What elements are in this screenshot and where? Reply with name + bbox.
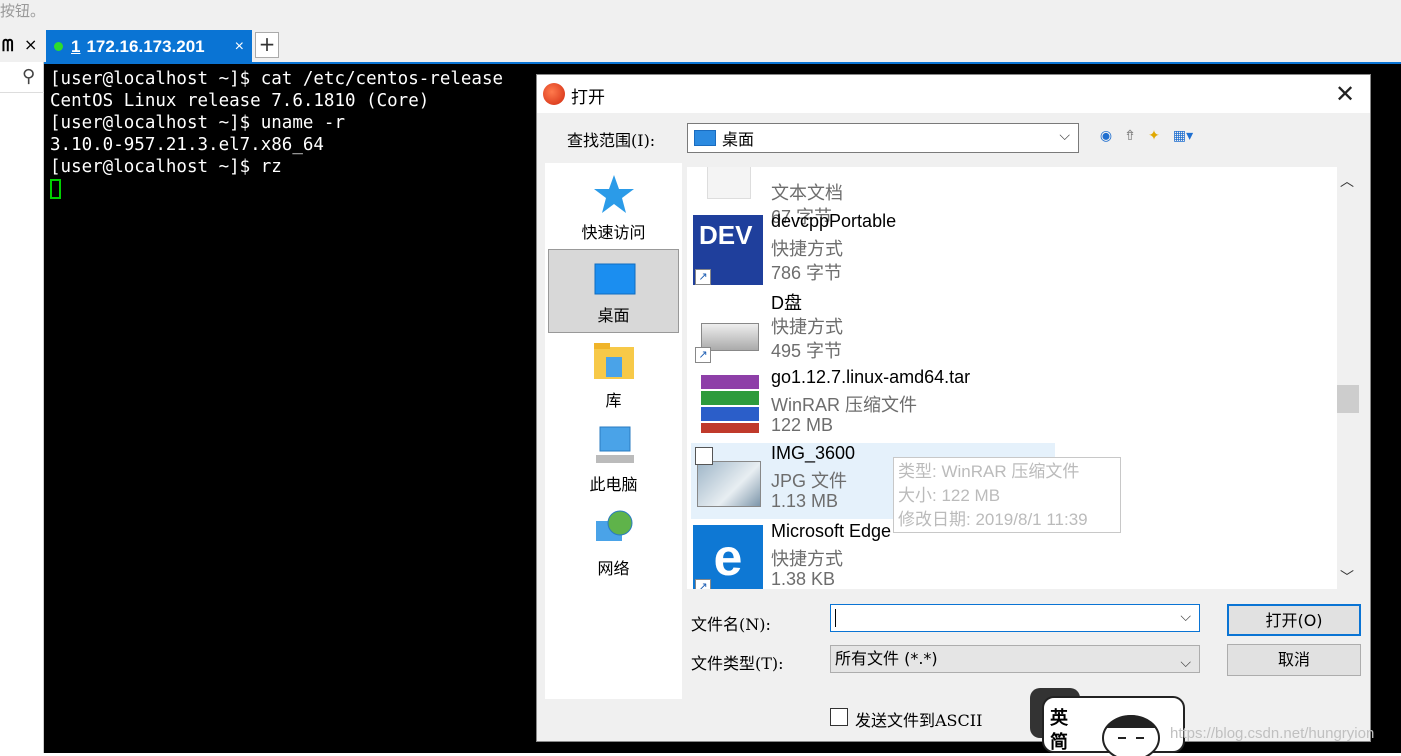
file-name: Microsoft Edge (771, 521, 892, 541)
cartoon-face-icon (1102, 715, 1160, 756)
left-panel: ⚲ (0, 62, 44, 753)
scroll-thumb[interactable] (1337, 385, 1359, 413)
watermark: https://blog.csdn.net/hungryion (1170, 725, 1375, 742)
divider (0, 92, 44, 93)
add-tab-button[interactable]: + (255, 32, 279, 58)
lookin-select[interactable]: 桌面 ⌵ (687, 123, 1079, 153)
session-host: 172.16.173.201 (86, 36, 205, 56)
dialog-titlebar: 打开 ✕ (537, 75, 1370, 113)
left-panel-tab[interactable]: ᗰ × (0, 30, 44, 62)
hint-text: 按钮。 (0, 2, 46, 20)
close-tab-icon[interactable]: × (235, 38, 244, 56)
file-name: devcppPortable (771, 211, 897, 231)
shortcut-arrow-icon: ↗ (695, 579, 711, 589)
send-ascii-checkbox[interactable] (830, 708, 848, 726)
lookin-value: 桌面 (722, 130, 755, 149)
chevron-down-icon[interactable]: ⌵ (1180, 609, 1191, 625)
place-label: 桌面 (597, 306, 630, 325)
file-type: 快捷方式 (771, 239, 843, 259)
computer-icon (596, 426, 634, 463)
place-label: 库 (605, 391, 622, 410)
chevron-down-icon: ⌵ (1059, 128, 1070, 144)
filename-label: 文件名(N): (691, 615, 771, 634)
file-size: 1.38 KB (771, 569, 836, 589)
file-type: 文本文档 (771, 183, 843, 203)
tooltip-size: 大小: 122 MB (898, 486, 1001, 505)
file-type: 快捷方式 (771, 549, 843, 569)
close-icon[interactable]: × (24, 35, 37, 54)
text-caret (835, 609, 836, 627)
new-folder-icon[interactable]: ✦ (1145, 127, 1163, 145)
shortcut-arrow-icon: ↗ (695, 269, 711, 285)
tooltip-type: 类型: WinRAR 压缩文件 (898, 462, 1080, 481)
close-dialog-button[interactable]: ✕ (1327, 79, 1363, 109)
send-ascii-label: 发送文件到ASCII (855, 711, 983, 730)
tooltip-modified: 修改日期: 2019/8/1 11:39 (898, 510, 1088, 529)
place-quick-access[interactable]: 快速访问 (548, 165, 679, 249)
filetype-value: 所有文件 (*.*) (835, 649, 938, 668)
select-checkbox[interactable] (695, 447, 713, 465)
file-item[interactable]: go1.12.7.linux-amd64.tar WinRAR 压缩文件 122… (691, 367, 1331, 443)
place-network[interactable]: 网络 (548, 501, 679, 585)
place-desktop[interactable]: 桌面 (548, 249, 679, 333)
file-size: 495 字节 (771, 341, 843, 361)
winrar-icon (693, 371, 763, 441)
session-number: 1 (71, 36, 81, 56)
file-type: WinRAR 压缩文件 (771, 395, 918, 415)
shortcut-arrow-icon: ↗ (695, 347, 711, 363)
file-size: 122 MB (771, 415, 834, 435)
file-name: IMG_3600 (771, 443, 856, 463)
file-name: go1.12.7.linux-amd64.tar (771, 367, 971, 387)
network-icon (596, 510, 633, 541)
place-label: 此电脑 (589, 475, 638, 494)
view-menu-icon[interactable]: ▦▾ (1169, 127, 1197, 145)
pin-icon[interactable]: ᗰ (2, 36, 14, 56)
scroll-up-icon[interactable]: ︿ (1340, 171, 1354, 191)
place-label: 网络 (597, 559, 630, 578)
star-icon (594, 175, 634, 213)
filetype-select[interactable]: 所有文件 (*.*) ⌵ (830, 645, 1200, 673)
file-tooltip: 类型: WinRAR 压缩文件 大小: 122 MB 修改日期: 2019/8/… (893, 457, 1121, 533)
open-file-dialog: 打开 ✕ 查找范围(I): 桌面 ⌵ ◉ ⇮ ✦ ▦▾ 快速访问 桌面 库 此电… (536, 74, 1371, 742)
file-list-scrollbar[interactable]: ︿ ﹀ (1337, 167, 1359, 589)
dialog-toolbar: ◉ ⇮ ✦ ▦▾ (1097, 127, 1197, 145)
file-type: 快捷方式 (771, 317, 843, 337)
edge-icon: e ↗ (693, 525, 763, 589)
image-thumbnail-icon (693, 447, 763, 517)
terminal-cursor (50, 179, 61, 199)
drive-icon: ↗ (693, 293, 763, 363)
lookin-label: 查找范围(I): (567, 131, 656, 150)
desktop-icon (694, 130, 716, 146)
file-item[interactable]: DEV ↗ devcppPortable 快捷方式 786 字节 (691, 211, 1331, 287)
file-size: 786 字节 (771, 263, 843, 283)
place-library[interactable]: 库 (548, 333, 679, 417)
ime-variant: 简 (1050, 732, 1068, 753)
open-button[interactable]: 打开(O) (1227, 604, 1361, 636)
file-size: 1.13 MB (771, 491, 839, 511)
file-item[interactable]: ↗ D盘 快捷方式 495 字节 (691, 289, 1331, 365)
app-logo-icon (543, 83, 565, 105)
place-this-pc[interactable]: 此电脑 (548, 417, 679, 501)
file-name: D盘 (771, 293, 802, 313)
filename-input[interactable]: ⌵ (830, 604, 1200, 632)
file-type: JPG 文件 (771, 471, 848, 491)
place-label: 快速访问 (581, 223, 646, 242)
back-icon[interactable]: ◉ (1097, 127, 1115, 145)
search-icon[interactable]: ⚲ (22, 66, 35, 87)
filetype-label: 文件类型(T): (691, 654, 784, 673)
chevron-down-icon: ⌵ (1180, 655, 1191, 671)
up-folder-icon[interactable]: ⇮ (1121, 127, 1139, 145)
ime-panel: 英 简 (1042, 696, 1185, 756)
ime-mode: 英 (1050, 708, 1068, 729)
cancel-button[interactable]: 取消 (1227, 644, 1361, 676)
devcpp-icon: DEV ↗ (693, 215, 763, 285)
library-folder-icon (594, 343, 634, 379)
places-bar: 快速访问 桌面 库 此电脑 网络 (545, 163, 682, 699)
scroll-down-icon[interactable]: ﹀ (1340, 567, 1354, 587)
connected-status-icon (54, 42, 63, 51)
desktop-icon (594, 263, 636, 295)
ime-widget[interactable]: 英 简 (1030, 688, 1185, 756)
session-tab[interactable]: 1 172.16.173.201 × (46, 30, 252, 63)
dialog-title: 打开 (571, 88, 605, 108)
